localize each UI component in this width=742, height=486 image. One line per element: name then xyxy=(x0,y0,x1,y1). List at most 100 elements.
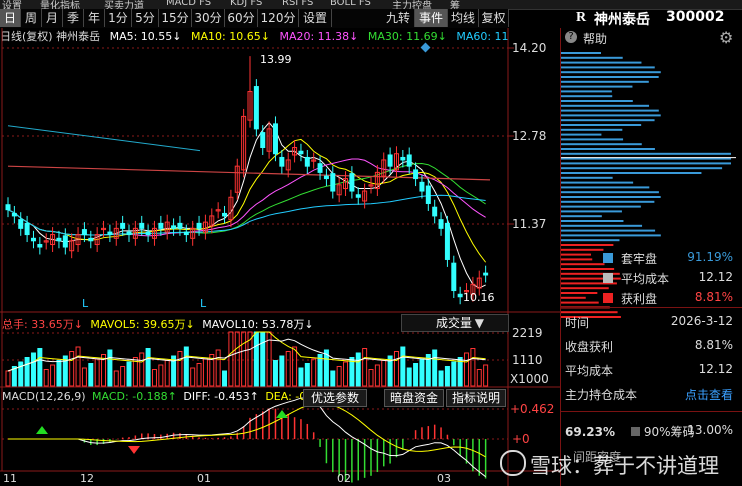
candle-body xyxy=(260,132,266,149)
concentration-value: 13.00% xyxy=(687,423,733,437)
candle-body xyxy=(18,219,24,229)
macd-axis-label: +0 xyxy=(512,432,530,446)
sell-arrow-icon xyxy=(128,446,140,454)
kline-chart[interactable] xyxy=(0,0,560,486)
price-axis-label: 12.78 xyxy=(512,129,547,143)
chip-bar xyxy=(561,215,602,218)
candle-body xyxy=(145,231,151,236)
date-axis: 11 12 01 02 03 xyxy=(0,472,508,486)
candle-body xyxy=(330,173,336,192)
chip-bar xyxy=(561,196,661,198)
chip-bar xyxy=(561,124,642,126)
chip-bar xyxy=(561,109,659,112)
candle-body xyxy=(37,244,43,248)
volume-bar xyxy=(336,366,342,387)
chip-bar xyxy=(561,143,642,146)
divider xyxy=(561,411,742,412)
chip-bar xyxy=(561,162,731,165)
dark-pool-button[interactable]: 暗盘资金 xyxy=(384,389,444,407)
snowball-logo-icon xyxy=(500,450,526,476)
info-row-profit: 收盘获利 8.81% xyxy=(565,338,737,355)
signal-l-marker[interactable]: L xyxy=(200,297,206,310)
gear-icon[interactable]: ⚙ xyxy=(719,28,733,47)
candle-body xyxy=(457,293,463,298)
candle-body xyxy=(317,163,323,173)
volume-bar xyxy=(215,349,221,387)
volume-bar xyxy=(406,367,412,387)
date-axis-label: 02 xyxy=(337,472,351,485)
volume-bar xyxy=(183,346,189,387)
chip-bar xyxy=(561,172,702,174)
volume-bar xyxy=(177,351,183,387)
candle-body xyxy=(438,219,444,229)
volume-bar xyxy=(317,354,323,387)
volume-bar xyxy=(120,366,126,387)
help-icon[interactable]: ? xyxy=(565,31,577,43)
volume-bar xyxy=(81,367,87,387)
candle-body xyxy=(323,175,329,180)
volume-bar xyxy=(69,351,75,387)
volume-bar xyxy=(75,346,81,387)
view-main-cost-link[interactable]: 点击查看 xyxy=(685,386,733,403)
indicator-info-button[interactable]: 指标说明 xyxy=(446,389,506,407)
date-axis-label: 01 xyxy=(197,472,211,485)
volume-bar xyxy=(158,364,164,387)
info-label: 平均成本 xyxy=(565,364,614,378)
legend-value: 91.19% xyxy=(687,250,733,264)
candle-body xyxy=(355,194,361,198)
macd-info-bar: MACD(12,26,9) MACD: -0.188↑ DIFF: -0.453… xyxy=(2,390,317,403)
ma-line-250 xyxy=(7,125,201,152)
volume-bar xyxy=(5,370,11,387)
volume-bar xyxy=(368,369,374,387)
chip-bar xyxy=(561,210,622,213)
volume-info-bar: 总手: 33.65万↓ MAVOL5: 39.65万↓ MAVOL10: 53.… xyxy=(2,316,314,332)
volume-axis-label: 1110 xyxy=(512,353,543,367)
info-label: 时间 xyxy=(565,316,590,330)
volume-bar xyxy=(298,367,304,387)
chip-bar xyxy=(561,138,624,141)
high-price-label: 13.99 xyxy=(260,53,292,66)
volume-bar xyxy=(253,331,259,387)
chip-bar xyxy=(561,61,642,64)
legend-value: 12.12 xyxy=(698,270,733,284)
candle-body xyxy=(425,185,431,204)
candle-body xyxy=(413,169,419,180)
volume-bar xyxy=(413,363,419,387)
chip-bar xyxy=(561,114,661,117)
candle-body xyxy=(349,173,355,192)
volume-bar xyxy=(476,369,482,387)
buy-arrow-icon xyxy=(276,410,288,418)
candle-body xyxy=(62,235,68,248)
legend-label: 获利盘 xyxy=(621,292,658,306)
volume-bar xyxy=(285,351,291,387)
volume-bar xyxy=(400,346,406,387)
info-value: 8.81% xyxy=(694,338,733,352)
signal-l-marker[interactable]: L xyxy=(82,297,88,310)
dea-line xyxy=(8,402,486,458)
chip-bar xyxy=(561,176,613,179)
volume-bar xyxy=(381,360,387,387)
volume-bar xyxy=(483,364,489,387)
avg-cost-swatch xyxy=(603,273,613,283)
info-value: 12.12 xyxy=(698,362,733,376)
candle-body xyxy=(5,204,11,211)
chip-distribution-panel: ? 帮助 ⚙ 套牢盘 91.19% 平均成本 12.12 获利盘 8.81% 时… xyxy=(560,28,742,486)
candle-body xyxy=(304,156,310,167)
date-axis-label: 12 xyxy=(80,472,94,485)
volume-bar xyxy=(393,351,399,387)
chip-bar xyxy=(561,229,656,232)
diff-line xyxy=(8,397,486,478)
help-label[interactable]: 帮助 xyxy=(583,30,607,47)
rights-mark: R xyxy=(576,10,587,25)
volume-indicator-select[interactable]: 成交量 ▼ xyxy=(401,314,509,332)
chip-swatch xyxy=(630,427,640,436)
chip-bar xyxy=(561,90,612,93)
chip-bar xyxy=(561,244,614,246)
info-value: 2026-3-12 xyxy=(670,314,733,328)
chip-bar xyxy=(561,181,634,184)
optimize-params-button[interactable]: 优选参数 xyxy=(303,389,367,407)
chevron-down-icon: ▼ xyxy=(474,316,484,330)
legend-avg-cost: 平均成本 12.12 xyxy=(565,270,737,287)
volume-bar xyxy=(374,364,380,387)
divider xyxy=(561,307,742,308)
